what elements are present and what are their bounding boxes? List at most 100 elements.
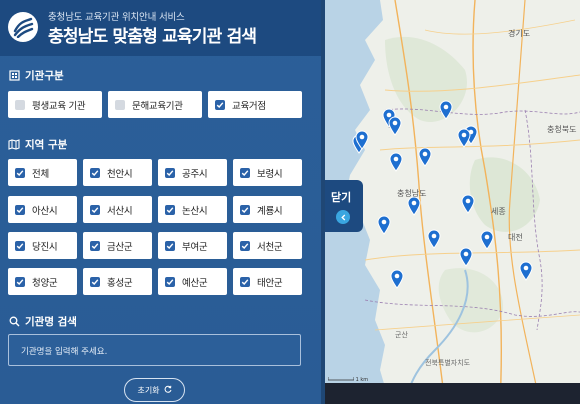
map-pin-icon[interactable] (459, 247, 473, 267)
checkbox-region-item[interactable]: 공주시 (158, 159, 227, 186)
map-label-chungbuk: 충청북도 (547, 125, 577, 134)
checkbox-label: 청양군 (32, 277, 58, 289)
checkbox-institution-literacy[interactable]: 문해교육기관 (108, 91, 202, 118)
checkbox-checked-icon (165, 240, 175, 251)
checkbox-checked-icon (240, 276, 250, 287)
close-panel-button[interactable]: 닫기 (325, 180, 363, 232)
checkbox-region-item[interactable]: 태안군 (233, 268, 302, 295)
checkbox-checked-icon (215, 99, 225, 110)
map-icon (8, 139, 20, 151)
checkbox-label: 아산시 (32, 205, 58, 217)
map-pin-icon[interactable] (407, 196, 421, 216)
map-pin-icon[interactable] (418, 147, 432, 167)
checkbox-label: 교육거점 (232, 100, 266, 112)
checkbox-region-item[interactable]: 당진시 (8, 232, 77, 259)
region-heading: 지역 구분 (8, 137, 67, 152)
header-subtitle: 충청남도 교육기관 위치안내 서비스 (48, 12, 185, 23)
reset-label: 초기화 (137, 385, 160, 395)
map-pin-icon[interactable] (377, 215, 391, 235)
map-view[interactable]: 경기도 충청북도 충청남도 세종 대전 전북특별자치도 군산 당진 (325, 0, 580, 404)
checkbox-label: 공주시 (182, 168, 208, 180)
map-label-sejong: 세종 (491, 207, 506, 216)
checkbox-label: 예산군 (182, 277, 208, 289)
checkbox-label: 당진시 (32, 241, 58, 253)
checkbox-checked-icon (15, 276, 25, 287)
checkbox-unchecked-icon (15, 99, 25, 110)
region-label: 지역 구분 (25, 139, 68, 151)
checkbox-label: 홍성군 (107, 277, 133, 289)
checkbox-region-item[interactable]: 계룡시 (233, 196, 302, 223)
checkbox-region-item[interactable]: 천안시 (83, 159, 152, 186)
map-label-gunsan: 군산 (395, 331, 408, 339)
search-label: 기관명 검색 (25, 316, 77, 328)
map-bottom-bar (325, 383, 580, 404)
map-pin-icon[interactable] (389, 152, 403, 172)
map-pin-icon[interactable] (439, 100, 453, 120)
checkbox-region-item[interactable]: 홍성군 (83, 268, 152, 295)
left-panel: 충청남도 교육기관 위치안내 서비스 충청남도 맞춤형 교육기관 검색 기관구분… (0, 0, 325, 404)
checkbox-checked-icon (165, 276, 175, 287)
map-pin-icon[interactable] (461, 194, 475, 214)
map-pin-icon[interactable] (390, 269, 404, 289)
search-heading: 기관명 검색 (8, 314, 77, 329)
checkbox-label: 보령시 (257, 168, 283, 180)
checkbox-region-item[interactable]: 보령시 (233, 159, 302, 186)
checkbox-region-item[interactable]: 금산군 (83, 232, 152, 259)
checkbox-region-item[interactable]: 부여군 (158, 232, 227, 259)
checkbox-checked-icon (240, 167, 250, 178)
checkbox-checked-icon (15, 240, 25, 251)
checkbox-checked-icon (90, 276, 100, 287)
map-label-jeonbuk: 전북특별자치도 (425, 359, 471, 367)
checkbox-label: 천안시 (107, 168, 133, 180)
checkbox-checked-icon (90, 167, 100, 178)
checkbox-region-item[interactable]: 서산시 (83, 196, 152, 223)
basemap (325, 0, 580, 404)
checkbox-checked-icon (165, 204, 175, 215)
checkbox-label: 전체 (32, 168, 49, 180)
checkbox-label: 계룡시 (257, 205, 283, 217)
checkbox-region-item[interactable]: 전체 (8, 159, 77, 186)
search-placeholder: 기관명을 입력해 주세요. (21, 347, 108, 357)
map-pin-icon[interactable] (388, 116, 402, 136)
checkbox-checked-icon (240, 240, 250, 251)
checkbox-region-item[interactable]: 논산시 (158, 196, 227, 223)
checkbox-label: 부여군 (182, 241, 208, 253)
search-icon (8, 316, 20, 328)
refresh-icon (164, 385, 172, 395)
checkbox-label: 서산시 (107, 205, 133, 217)
checkbox-checked-icon (15, 204, 25, 215)
checkbox-unchecked-icon (115, 99, 125, 110)
search-input[interactable]: 기관명을 입력해 주세요. (8, 334, 301, 366)
checkbox-label: 금산군 (107, 241, 133, 253)
building-icon (8, 70, 20, 82)
checkbox-institution-hub[interactable]: 교육거점 (208, 91, 302, 118)
checkbox-region-item[interactable]: 서천군 (233, 232, 302, 259)
checkbox-region-item[interactable]: 청양군 (8, 268, 77, 295)
checkbox-label: 논산시 (182, 205, 208, 217)
checkbox-label: 문해교육기관 (132, 100, 183, 112)
checkbox-checked-icon (240, 204, 250, 215)
map-label-daejeon: 대전 (508, 233, 523, 242)
checkbox-checked-icon (165, 167, 175, 178)
map-pin-icon[interactable] (480, 230, 494, 250)
map-pin-icon[interactable] (457, 128, 471, 148)
map-pin-icon[interactable] (519, 261, 533, 281)
logo-icon (8, 12, 38, 42)
checkbox-institution-lifelong[interactable]: 평생교육 기관 (8, 91, 102, 118)
checkbox-region-item[interactable]: 예산군 (158, 268, 227, 295)
map-pin-icon[interactable] (427, 229, 441, 249)
chevron-left-icon (336, 210, 350, 224)
map-pin-icon[interactable] (355, 130, 369, 150)
checkbox-checked-icon (90, 240, 100, 251)
header: 충청남도 교육기관 위치안내 서비스 충청남도 맞춤형 교육기관 검색 (0, 0, 321, 56)
map-label-gyeonggi: 경기도 (508, 29, 531, 38)
checkbox-checked-icon (90, 204, 100, 215)
reset-button[interactable]: 초기화 (124, 378, 185, 402)
page-title: 충청남도 맞춤형 교육기관 검색 (48, 27, 257, 47)
close-label: 닫기 (331, 191, 352, 204)
checkbox-label: 태안군 (257, 277, 283, 289)
checkbox-region-item[interactable]: 아산시 (8, 196, 77, 223)
institution-type-label: 기관구분 (25, 70, 64, 82)
institution-type-heading: 기관구분 (8, 68, 64, 83)
checkbox-checked-icon (15, 167, 25, 178)
